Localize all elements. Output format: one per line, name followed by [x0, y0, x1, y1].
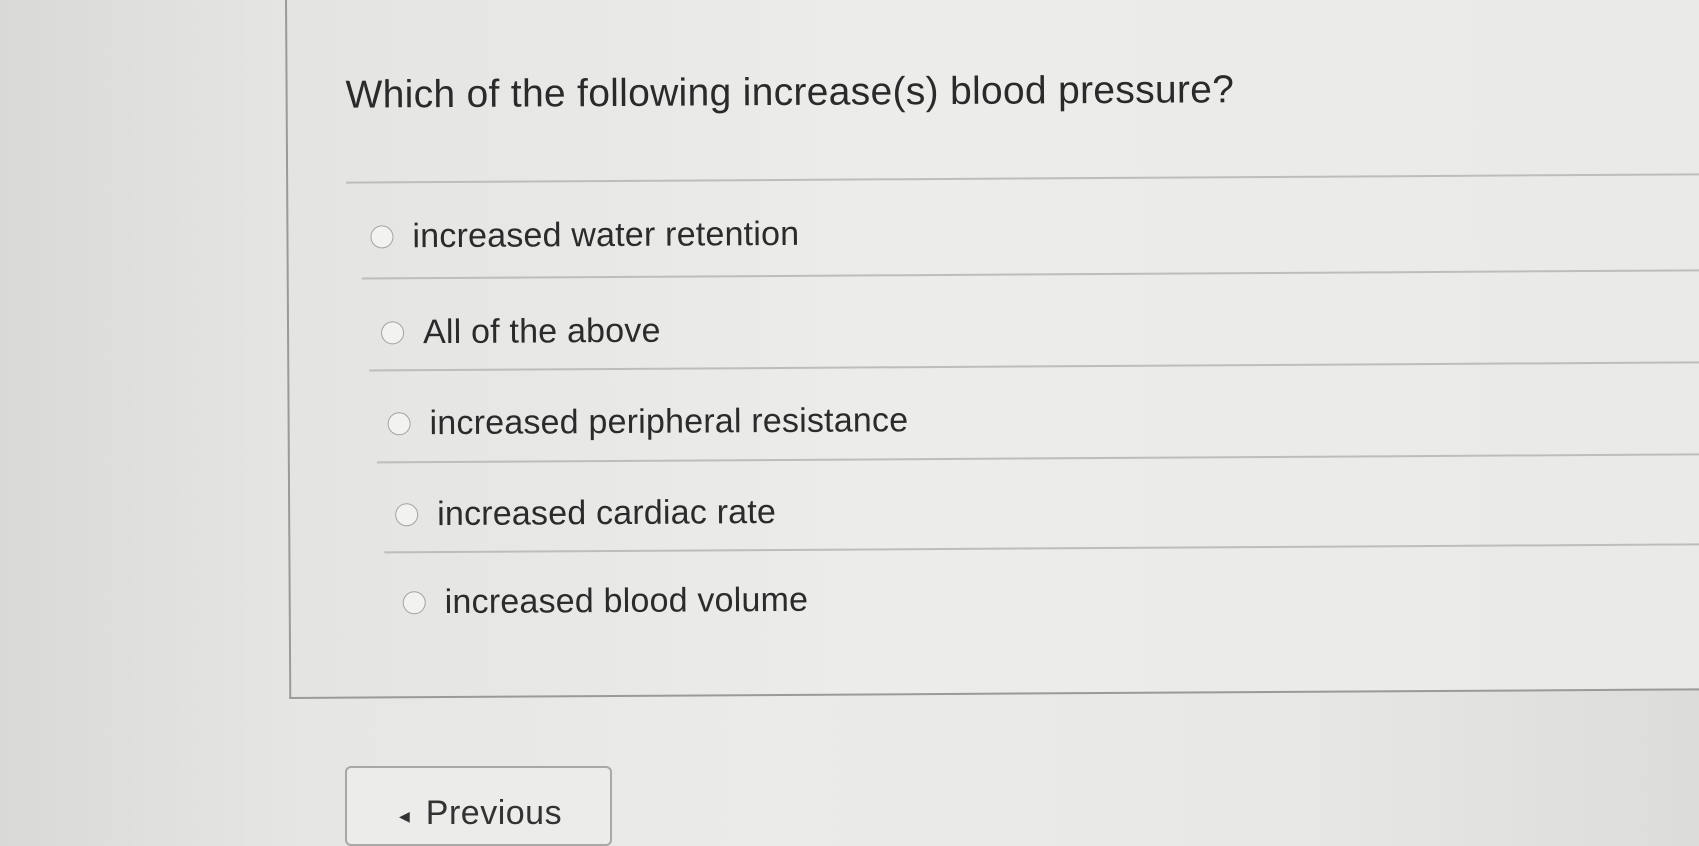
- answer-option[interactable]: increased cardiac rate: [395, 493, 776, 534]
- previous-button-label: Previous: [425, 794, 563, 832]
- answer-option-label: increased cardiac rate: [437, 493, 777, 534]
- answer-option-label: All of the above: [422, 311, 661, 352]
- divider: [346, 173, 1699, 184]
- radio-button[interactable]: [402, 591, 426, 615]
- answer-option-label: increased blood volume: [444, 580, 809, 622]
- answer-option[interactable]: All of the above: [380, 311, 661, 353]
- radio-button[interactable]: [380, 321, 405, 345]
- answer-option[interactable]: increased blood volume: [402, 580, 809, 622]
- answer-option-label: increased peripheral resistance: [429, 401, 909, 443]
- previous-button[interactable]: ◀ Previous: [345, 766, 612, 846]
- question-card: Which of the following increase(s) blood…: [285, 0, 1699, 699]
- divider: [384, 543, 1699, 554]
- divider: [369, 361, 1699, 372]
- divider: [376, 453, 1699, 464]
- answer-option[interactable]: increased peripheral resistance: [387, 401, 908, 443]
- divider: [361, 269, 1699, 280]
- answer-option[interactable]: increased water retention: [370, 215, 799, 257]
- radio-button[interactable]: [370, 225, 394, 249]
- answer-option-label: increased water retention: [412, 214, 800, 256]
- radio-button[interactable]: [395, 503, 419, 527]
- radio-button[interactable]: [387, 412, 411, 436]
- triangle-left-icon: ◀: [399, 808, 410, 824]
- question-text: Which of the following increase(s) blood…: [345, 68, 1235, 117]
